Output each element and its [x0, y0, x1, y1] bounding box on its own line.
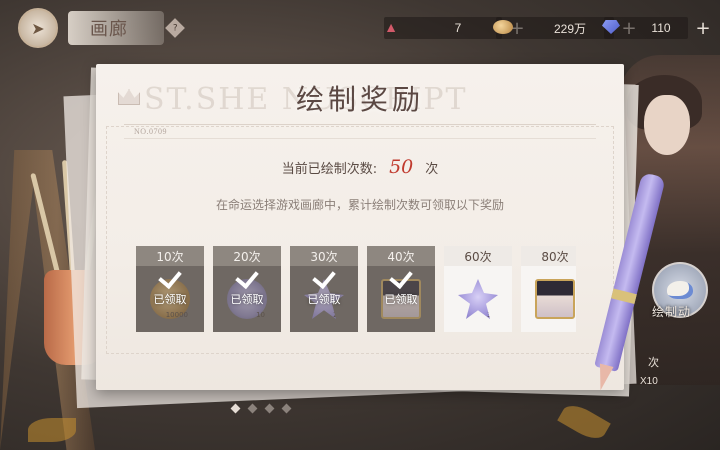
side-sub-label: 次	[648, 356, 659, 369]
character-face-art	[644, 95, 690, 155]
panel-title: 绘制奖励	[295, 83, 424, 116]
pen-band-art	[611, 288, 637, 305]
page-dot[interactable]	[281, 403, 292, 414]
draw-count-label: 当前已绘制次数:	[281, 162, 378, 177]
item-quantity: 10	[256, 311, 265, 319]
page-dot[interactable]	[264, 403, 275, 414]
add-gem-button[interactable]: +	[692, 17, 714, 39]
reward-card[interactable]: 80次	[521, 246, 576, 332]
question-icon: ?	[172, 23, 178, 33]
reward-card[interactable]: 40次 已领取	[367, 246, 435, 332]
reward-item: 25	[290, 266, 358, 332]
reward-threshold: 60次	[444, 246, 512, 266]
coin-icon	[490, 14, 516, 40]
page-dot[interactable]	[230, 403, 241, 414]
reward-card[interactable]: 20次 10 已领取	[213, 246, 281, 332]
portrait-icon	[381, 279, 421, 319]
currency-value: 7	[454, 21, 462, 35]
flower-icon: 30	[458, 279, 498, 319]
currency-bar: 110	[602, 17, 688, 39]
reward-description: 在命运选择游戏画廊中，累计绘制次数可领取以下奖励	[215, 198, 504, 212]
back-arrow-icon: ➤	[31, 18, 45, 38]
reward-item: 10	[213, 266, 281, 332]
portrait-icon	[535, 279, 575, 319]
flower-icon: 25	[304, 279, 344, 319]
side-multiplier-label: X10	[640, 376, 658, 387]
reward-threshold: 20次	[213, 246, 281, 266]
currency-value: 229万	[553, 21, 587, 36]
currency-bar: 229万	[493, 17, 614, 39]
divider	[124, 124, 596, 125]
item-quantity: 10000	[165, 311, 188, 319]
reward-threshold: 30次	[290, 246, 358, 266]
leaf-art	[28, 418, 76, 442]
info-button[interactable]: ?	[165, 18, 185, 38]
reward-item: 30	[444, 266, 512, 332]
reward-panel: ST.SHE NUSCRIPT 绘制奖励 NO.0709 当前已绘制次数: 50 次…	[96, 64, 624, 390]
draw-count-unit: 次	[425, 162, 439, 177]
reward-list[interactable]: 10次 10000 已领取 20次 10 已领取 30次 25 已领取 40次 …	[136, 246, 576, 334]
leaf-art	[557, 399, 611, 445]
reward-card[interactable]: 60次 30	[444, 246, 512, 332]
reward-threshold: 40次	[367, 246, 435, 266]
currency-gem: 110 +	[602, 15, 714, 41]
draw-count-value: 50	[389, 156, 414, 178]
page-title-plate: 画廊	[68, 11, 164, 45]
reward-item	[367, 266, 435, 332]
pagination-dots	[230, 403, 292, 414]
draw-count-row: 当前已绘制次数: 50 次	[96, 156, 624, 178]
currency-value: 110	[651, 21, 671, 35]
reward-item: 10000	[136, 266, 204, 332]
palette-icon	[667, 281, 693, 299]
reward-threshold: 80次	[521, 246, 576, 266]
reward-item	[521, 266, 576, 332]
back-button[interactable]: ➤	[18, 8, 58, 48]
ink-icon: ▲	[384, 19, 398, 35]
page-title: 画廊	[90, 19, 128, 40]
currency-bar: ▲ 7	[384, 17, 502, 39]
item-quantity: 25	[333, 311, 342, 319]
side-draw-label: 绘制动	[652, 305, 692, 319]
reward-card[interactable]: 10次 10000 已领取	[136, 246, 204, 332]
gem-icon	[598, 14, 624, 40]
plate-icon: 10	[227, 279, 267, 319]
reward-threshold: 10次	[136, 246, 204, 266]
coin-icon: 10000	[150, 279, 190, 319]
page-dot[interactable]	[247, 403, 258, 414]
top-left-bar: ➤ 画廊 ?	[18, 8, 185, 48]
item-quantity: 30	[487, 311, 496, 319]
reward-card[interactable]: 30次 25 已领取	[290, 246, 358, 332]
